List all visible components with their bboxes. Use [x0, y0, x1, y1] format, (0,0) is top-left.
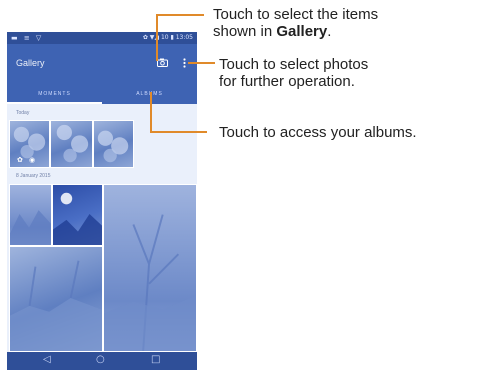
photo-thumbnail[interactable]	[52, 184, 103, 246]
status-bar: ▬ ≡ ▽ ✿ ▼◢ 10 ▮ 13:05	[7, 32, 197, 44]
settings-icon: ✿	[17, 156, 23, 164]
callout-line-horizontal	[188, 62, 215, 64]
status-bar-left-icons: ▬ ≡ ▽	[11, 34, 44, 42]
photo-thumbnail[interactable]	[50, 120, 93, 168]
tab-moments[interactable]: MOMENTS	[7, 91, 102, 97]
callout-albums: Touch to access your albums.	[219, 124, 417, 141]
section-header-date: 8 January 2015	[16, 173, 51, 179]
photo-thumbnail[interactable]	[9, 246, 103, 352]
back-button[interactable]: ◁	[43, 355, 51, 365]
callout-gallery-line1: Touch to select the items	[213, 6, 379, 23]
callout-operation-line1: Touch to select photos	[219, 56, 369, 73]
photo-thumbnail[interactable]	[9, 184, 52, 246]
callout-line-vertical	[150, 92, 152, 132]
photo-thumbnail[interactable]	[93, 120, 134, 168]
camera-icon[interactable]	[157, 58, 168, 70]
callout-line-vertical	[156, 14, 158, 61]
photo-grid: Today ✿ ◉ 8 January 2015	[7, 104, 197, 352]
play-icon: ◉	[29, 156, 36, 164]
callout-line-horizontal	[156, 14, 204, 16]
photo-thumbnail[interactable]: ✿ ◉	[9, 120, 50, 168]
app-bar: Gallery	[7, 44, 197, 86]
overflow-menu-icon[interactable]	[183, 58, 186, 71]
status-bar-right-info: ✿ ▼◢ 10 ▮ 13:05	[142, 34, 193, 41]
callout-operation: Touch to select photos for further opera…	[219, 56, 368, 90]
navigation-bar: ◁ ○ □	[7, 352, 197, 370]
callout-gallery: Touch to select the items shown in Galle…	[213, 6, 378, 40]
callout-gallery-line2: shown in Gallery.	[213, 23, 332, 40]
photo-thumbnail[interactable]	[103, 184, 197, 352]
app-title: Gallery	[16, 58, 45, 68]
tab-bar: MOMENTS ALBUMS	[7, 86, 197, 104]
section-header-today: Today	[16, 110, 30, 116]
home-button[interactable]: ○	[96, 355, 105, 365]
recents-button[interactable]: □	[151, 355, 160, 365]
callout-operation-line2: for further operation.	[219, 73, 355, 90]
callout-line-horizontal	[150, 131, 207, 133]
phone-screenshot: ▬ ≡ ▽ ✿ ▼◢ 10 ▮ 13:05 Gallery MOMENTS AL…	[7, 32, 197, 370]
